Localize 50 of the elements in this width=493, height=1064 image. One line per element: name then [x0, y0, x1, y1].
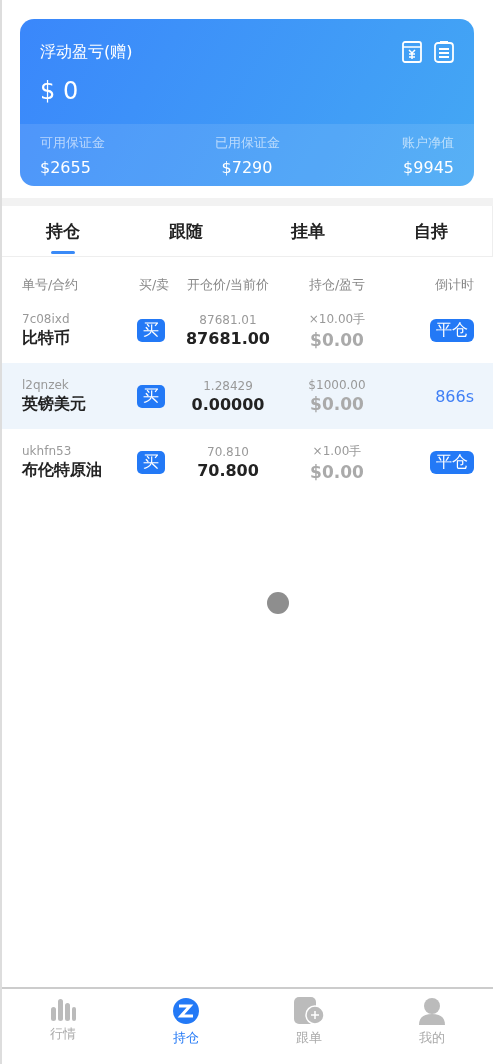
tab[interactable]: 持仓 — [2, 206, 125, 256]
contract-name: 英镑美元 — [22, 393, 86, 415]
stat-label: 已用保证金 — [214, 134, 280, 152]
column-header: 单号/合约 — [22, 276, 80, 294]
logo-icon — [172, 997, 201, 1025]
countdown-text: 866s — [435, 386, 474, 406]
stat-value: $2655 — [40, 158, 91, 177]
order-id: 7c08ixd — [22, 311, 70, 326]
tab[interactable]: 跟随 — [124, 206, 247, 256]
tab[interactable]: 自持 — [369, 206, 492, 256]
stat-value: $7290 — [221, 158, 273, 177]
tab[interactable]: 挂单 — [247, 206, 370, 256]
buy-badge: 买 — [137, 450, 165, 474]
close-position-button[interactable]: 平仓 — [430, 318, 474, 342]
buy-badge: 买 — [137, 318, 165, 342]
holding-amount: ×1.00手 — [312, 442, 362, 460]
stat-label: 可用保证金 — [40, 134, 105, 152]
pnl-value: $0.00 — [310, 461, 364, 482]
loading-dot — [267, 592, 289, 614]
position-row[interactable]: l2qnzek 英镑美元 买 1.28429 0.00000 $1000.00 $0.00 866s — [2, 363, 493, 429]
column-header: 持仓/盈亏 — [307, 276, 367, 294]
clipboard-icon[interactable] — [434, 41, 454, 63]
open-price: 70.810 — [207, 444, 249, 459]
open-price: 87681.01 — [199, 312, 257, 327]
column-header: 买/卖 — [137, 276, 171, 294]
column-header: 开仓价/当前价 — [185, 276, 271, 294]
user-icon — [418, 997, 445, 1025]
pnl-value: $0.00 — [310, 394, 364, 414]
bar-chart-icon — [50, 997, 77, 1021]
document-plus-icon — [293, 997, 324, 1025]
order-id: ukhfn53 — [22, 443, 72, 458]
column-header: 倒计时 — [434, 276, 474, 294]
pnl-value: $0.00 — [310, 329, 364, 350]
holding-amount: $1000.00 — [308, 378, 366, 392]
holding-amount: ×10.00手 — [308, 310, 366, 328]
order-id: l2qnzek — [22, 377, 69, 392]
stat-value: $9945 — [403, 158, 454, 177]
current-price: 0.00000 — [191, 394, 265, 414]
close-position-button[interactable]: 平仓 — [430, 450, 474, 474]
nav-item[interactable]: 持仓 — [124, 997, 248, 1064]
current-price: 87681.00 — [186, 328, 270, 348]
contract-name: 比特币 — [22, 327, 70, 349]
floating-pnl-value: $ 0 — [40, 77, 80, 105]
current-price: 70.800 — [197, 460, 259, 480]
buy-badge: 买 — [137, 384, 165, 408]
open-price: 1.28429 — [203, 378, 253, 393]
card-title: 浮动盈亏(赠) — [40, 41, 133, 63]
wallet-icon[interactable] — [402, 41, 422, 63]
contract-name: 布伦特原油 — [22, 459, 102, 481]
stat-label: 账户净值 — [402, 134, 454, 152]
